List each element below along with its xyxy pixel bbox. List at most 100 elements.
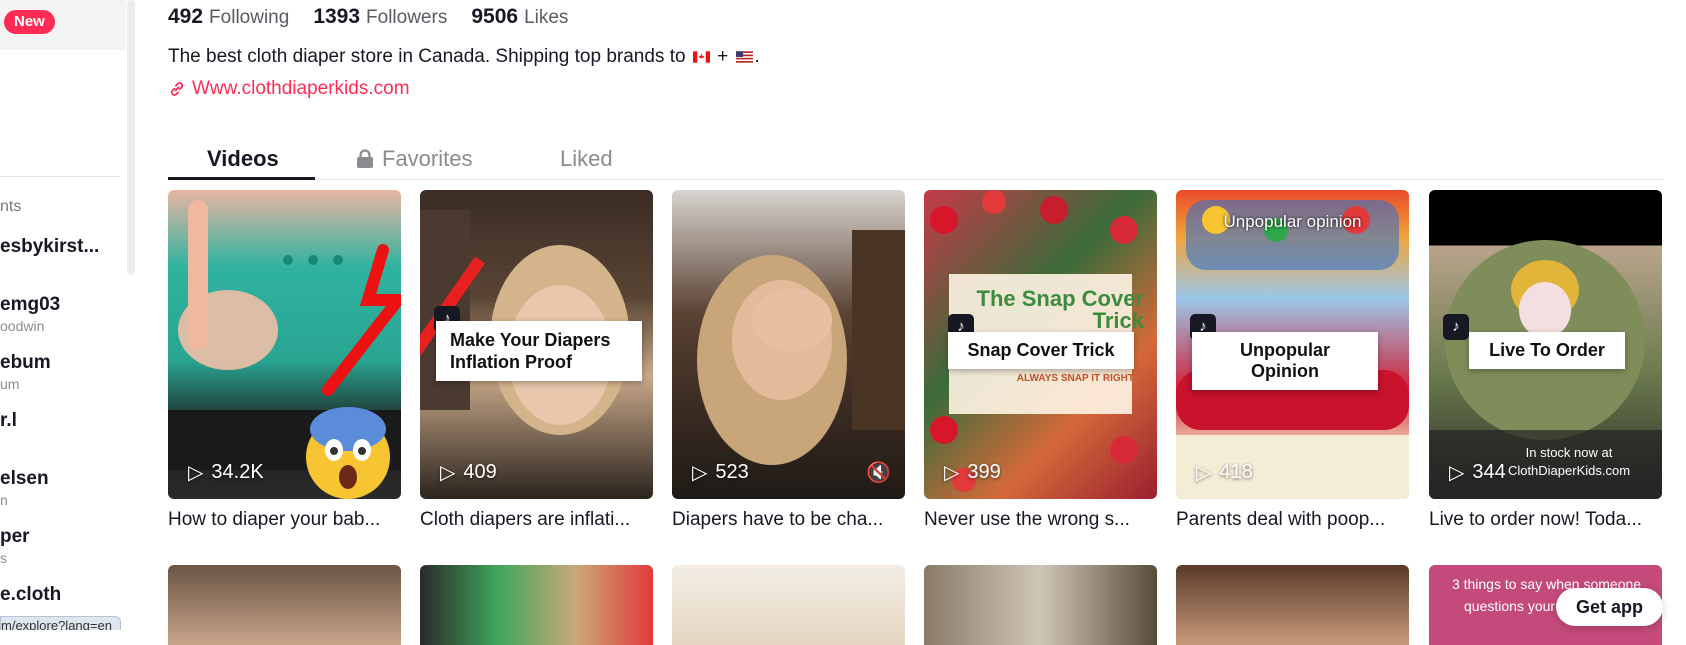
- tiktok-logo-icon: ♪: [1443, 314, 1469, 340]
- muted-icon[interactable]: 🔇: [866, 460, 891, 485]
- account-name: per: [0, 526, 30, 547]
- followers-stat[interactable]: 1393 Followers: [313, 5, 447, 29]
- video-thumbnail[interactable]: Unpopular opinion ♪ Unpopular Opinion ▷ 4…: [1176, 190, 1409, 499]
- account-sub: s: [0, 550, 7, 566]
- video-card[interactable]: ♪ Make Your Diapers Inflation Proof ▷ 409…: [420, 190, 653, 531]
- video-caption[interactable]: Never use the wrong s...: [924, 509, 1157, 531]
- sidebar-account[interactable]: e.cloth: [0, 584, 126, 608]
- view-count-value: 34.2K: [211, 461, 264, 483]
- sidebar-scrollbar[interactable]: [127, 0, 135, 275]
- video-thumbnail[interactable]: ▷ 34.2K: [168, 190, 401, 499]
- tab-videos[interactable]: Videos: [207, 138, 279, 180]
- account-name: esbykirst...: [0, 236, 100, 257]
- sidebar-divider: [0, 176, 120, 177]
- video-thumbnail[interactable]: ♪ Make Your Diapers Inflation Proof ▷ 409: [420, 190, 653, 499]
- tab-label: Liked: [560, 146, 613, 171]
- view-count: ▷ 34.2K: [188, 460, 264, 485]
- view-count: ▷ 409: [440, 460, 497, 485]
- video-caption[interactable]: Parents deal with poop...: [1176, 509, 1409, 531]
- video-thumbnail[interactable]: [168, 565, 401, 645]
- active-tab-indicator: [168, 177, 315, 180]
- video-card[interactable]: [924, 565, 1157, 645]
- video-thumbnail[interactable]: The Snap Cover Trick ♪ Snap Cover Trick …: [924, 190, 1157, 499]
- sidebar-account[interactable]: ebum um: [0, 352, 126, 392]
- tab-liked[interactable]: Liked: [560, 138, 613, 180]
- sidebar-account[interactable]: emg03 oodwin: [0, 294, 126, 334]
- tab-favorites[interactable]: Favorites: [356, 138, 472, 180]
- video-caption[interactable]: How to diaper your bab...: [168, 509, 401, 531]
- thumbnail-art: [697, 230, 905, 465]
- play-icon: ▷: [944, 462, 960, 484]
- view-count-value: 409: [463, 461, 497, 483]
- play-icon: ▷: [188, 462, 204, 484]
- video-caption[interactable]: Cloth diapers are inflati...: [420, 509, 653, 531]
- video-thumbnail[interactable]: ♪ Live To Order In stock now at ClothDia…: [1429, 190, 1662, 499]
- video-thumbnail[interactable]: [672, 565, 905, 645]
- profile-tabs: Videos Favorites Liked: [168, 138, 1664, 180]
- play-icon: ▷: [1196, 462, 1212, 484]
- video-card[interactable]: [672, 565, 905, 645]
- account-sub: n: [0, 492, 8, 508]
- thumbnail-sub-text: ALWAYS SNAP IT RIGHT: [1016, 373, 1134, 384]
- video-card[interactable]: [1176, 565, 1409, 645]
- likes-stat: 9506 Likes: [471, 5, 568, 29]
- view-count-value: 399: [967, 461, 1001, 483]
- account-name: ebum: [0, 352, 51, 373]
- view-count-value: 418: [1219, 461, 1253, 483]
- sidebar-account[interactable]: r.l: [0, 410, 126, 434]
- thumbnail-top-text: Unpopular opinion: [1223, 212, 1362, 231]
- followers-label: Followers: [366, 7, 448, 28]
- play-icon: ▷: [440, 462, 456, 484]
- thumbnail-overlay-text: Unpopular Opinion: [1192, 332, 1378, 390]
- following-stat[interactable]: 492 Following: [168, 5, 289, 29]
- view-count-value: 344: [1472, 461, 1506, 483]
- account-name: elsen: [0, 468, 49, 489]
- video-thumbnail[interactable]: ▷ 523 🔇: [672, 190, 905, 499]
- canada-flag-icon: [692, 51, 710, 63]
- bio-period: .: [754, 46, 760, 67]
- likes-label: Likes: [524, 7, 569, 28]
- sidebar-account[interactable]: esbykirst...: [0, 236, 126, 260]
- profile-link[interactable]: Www.clothdiaperkids.com: [168, 78, 410, 100]
- video-caption[interactable]: Diapers have to be cha...: [672, 509, 905, 531]
- following-count: 492: [168, 5, 204, 28]
- video-thumbnail[interactable]: [1176, 565, 1409, 645]
- sidebar-account[interactable]: elsen n: [0, 468, 126, 508]
- thumbnail-overlay-text: Make Your Diapers Inflation Proof: [436, 321, 642, 381]
- account-name: emg03: [0, 294, 61, 315]
- bio-plus: +: [717, 46, 729, 67]
- tab-label: Videos: [207, 146, 279, 171]
- view-count: ▷ 523: [692, 460, 749, 485]
- video-card[interactable]: ▷ 34.2K How to diaper your bab...: [168, 190, 401, 531]
- sidebar: New nts esbykirst... emg03 oodwin ebum um …: [0, 0, 136, 630]
- view-count-value: 523: [715, 461, 749, 483]
- account-name: e.cloth: [0, 584, 62, 605]
- video-thumbnail[interactable]: [420, 565, 653, 645]
- video-caption[interactable]: Live to order now! Toda...: [1429, 509, 1662, 531]
- view-count: ▷ 344: [1449, 460, 1506, 485]
- followers-count: 1393: [313, 5, 361, 28]
- video-card[interactable]: [168, 565, 401, 645]
- usa-flag-icon: [735, 51, 753, 63]
- video-thumbnail[interactable]: [924, 565, 1157, 645]
- video-card[interactable]: The Snap Cover Trick ♪ Snap Cover Trick …: [924, 190, 1157, 531]
- profile-stats: 492 Following 1393 Followers 9506 Likes: [168, 5, 592, 29]
- tab-label: Favorites: [382, 146, 473, 171]
- video-card[interactable]: ♪ Live To Order In stock now at ClothDia…: [1429, 190, 1662, 531]
- account-name: r.l: [0, 410, 17, 431]
- sidebar-account[interactable]: per s: [0, 526, 126, 566]
- get-app-button[interactable]: Get app: [1556, 588, 1664, 626]
- account-sub: um: [0, 376, 20, 392]
- video-card[interactable]: Unpopular opinion ♪ Unpopular Opinion ▷ 4…: [1176, 190, 1409, 531]
- play-icon: ▷: [1449, 462, 1465, 484]
- video-card[interactable]: ▷ 523 🔇 Diapers have to be cha...: [672, 190, 905, 531]
- thumbnail-overlay-text: Snap Cover Trick: [948, 332, 1134, 369]
- bio-text: The best cloth diaper store in Canada. S…: [168, 46, 686, 67]
- sidebar-new-row[interactable]: New: [0, 0, 126, 50]
- video-card[interactable]: [420, 565, 653, 645]
- account-sub: oodwin: [0, 318, 45, 334]
- thumbnail-overlay-text: Live To Order: [1469, 332, 1625, 369]
- following-label: Following: [209, 7, 290, 28]
- status-url-tooltip: m/explore?lang=en: [0, 616, 121, 630]
- link-icon: [170, 82, 184, 96]
